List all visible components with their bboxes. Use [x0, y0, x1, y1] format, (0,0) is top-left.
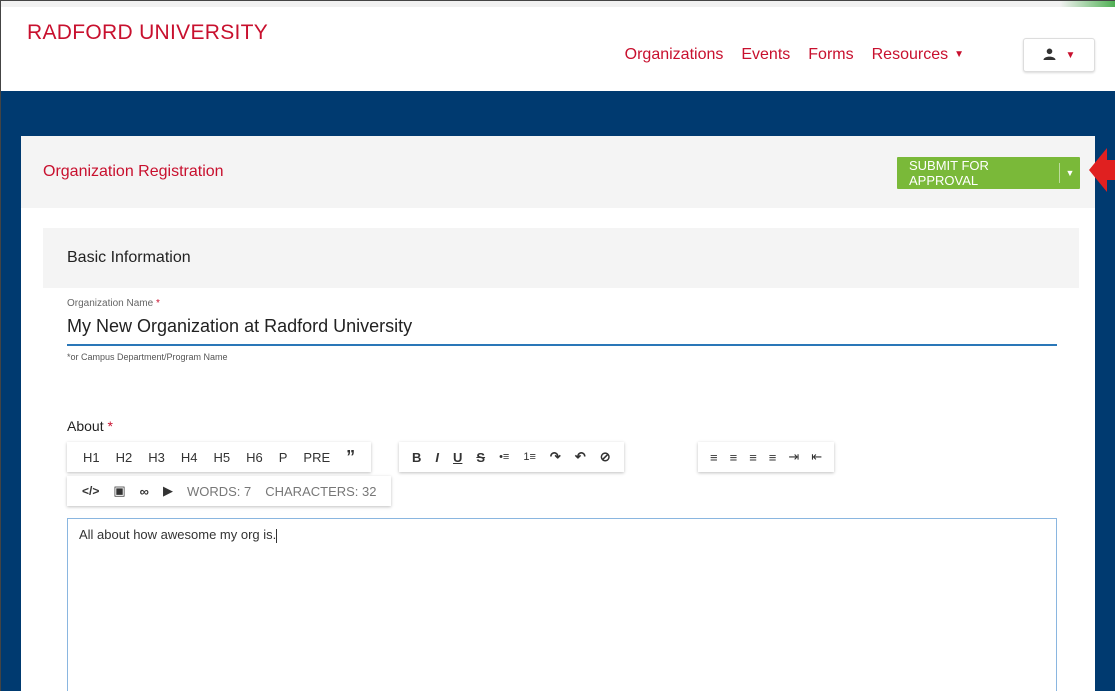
heading-toolbar: H1 H2 H3 H4 H5 H6 P PRE ”: [67, 442, 372, 472]
org-name-underline: [67, 344, 1057, 346]
about-text: All about how awesome my org is.: [79, 527, 277, 542]
browser-frame: RADFORD UNIVERSITY Organizations Events …: [0, 0, 1115, 691]
basic-information-section: Basic Information: [43, 228, 1079, 288]
org-name-hint: *or Campus Department/Program Name: [67, 352, 228, 362]
bullet-list-icon[interactable]: •≡: [492, 451, 516, 463]
h6-button[interactable]: H6: [238, 450, 271, 465]
submit-for-approval-button[interactable]: SUBMIT FOR APPROVAL ▼: [897, 157, 1080, 189]
org-name-input[interactable]: My New Organization at Radford Universit…: [67, 316, 412, 337]
about-editor-content: All about how awesome my org is.: [79, 527, 278, 543]
align-right-icon[interactable]: ≡: [743, 450, 763, 465]
format-toolbar: B I U S •≡ 1≡ ↷ ↶ ⊘: [399, 442, 624, 472]
bold-icon[interactable]: B: [405, 450, 428, 465]
user-menu-button[interactable]: ▼: [1023, 38, 1095, 72]
page-title: Organization Registration: [43, 163, 224, 180]
section-title: Basic Information: [67, 249, 191, 266]
redo-icon[interactable]: ↷: [543, 449, 568, 465]
code-view-icon[interactable]: </>: [75, 484, 106, 498]
h1-button[interactable]: H1: [75, 450, 108, 465]
strikethrough-icon[interactable]: S: [469, 450, 492, 465]
word-count: WORDS: 7: [186, 483, 252, 499]
italic-icon[interactable]: I: [428, 450, 446, 465]
about-label-text: About: [67, 418, 104, 434]
about-label: About *: [67, 418, 113, 434]
video-icon[interactable]: ▶: [156, 483, 180, 499]
red-arrow-icon: [1089, 148, 1115, 192]
image-icon[interactable]: ▣: [106, 483, 132, 499]
submit-label: SUBMIT FOR APPROVAL: [909, 158, 989, 188]
insert-toolbar: </> ▣ ∞ ▶ WORDS: 7 CHARACTERS: 32: [67, 476, 392, 506]
align-center-icon[interactable]: ≡: [724, 450, 744, 465]
quote-icon[interactable]: ”: [338, 447, 363, 468]
undo-icon[interactable]: ↶: [568, 449, 593, 465]
required-mark: *: [107, 418, 113, 434]
link-icon[interactable]: ∞: [133, 484, 156, 499]
org-name-label: Organization Name *: [67, 298, 160, 309]
paragraph-button[interactable]: P: [271, 450, 296, 465]
nav-events[interactable]: Events: [741, 46, 790, 64]
indent-icon[interactable]: ⇥: [782, 449, 805, 465]
align-left-icon[interactable]: ≡: [704, 450, 724, 465]
panel-header: Organization Registration SUBMIT FOR APP…: [21, 136, 1095, 208]
nav-forms[interactable]: Forms: [808, 46, 853, 64]
text-cursor: [276, 528, 278, 543]
submit-dropdown-icon[interactable]: ▼: [1060, 168, 1080, 178]
brand-logo[interactable]: RADFORD UNIVERSITY: [27, 21, 268, 45]
about-editor[interactable]: All about how awesome my org is.: [67, 518, 1057, 691]
nav-organizations[interactable]: Organizations: [625, 46, 724, 64]
top-accent-bar: [1, 1, 1115, 7]
chevron-down-icon: ▼: [1065, 49, 1076, 61]
user-icon: [1043, 48, 1056, 63]
caret-down-icon: ▼: [954, 49, 964, 61]
top-navbar: RADFORD UNIVERSITY Organizations Events …: [1, 1, 1115, 91]
nav-resources[interactable]: Resources ▼: [872, 46, 964, 64]
underline-icon[interactable]: U: [446, 450, 469, 465]
align-justify-icon[interactable]: ≡: [763, 450, 783, 465]
h3-button[interactable]: H3: [140, 450, 173, 465]
required-mark: *: [155, 298, 160, 309]
outdent-icon[interactable]: ⇤: [805, 449, 828, 465]
org-name-label-text: Organization Name: [67, 298, 154, 309]
numbered-list-icon[interactable]: 1≡: [516, 451, 543, 463]
align-toolbar: ≡ ≡ ≡ ≡ ⇥ ⇤: [698, 442, 835, 472]
nav-resources-label: Resources: [871, 46, 949, 63]
clear-format-icon[interactable]: ⊘: [593, 449, 618, 465]
main-nav: Organizations Events Forms Resources ▼: [625, 46, 964, 64]
h5-button[interactable]: H5: [206, 450, 239, 465]
h4-button[interactable]: H4: [173, 450, 206, 465]
character-count: CHARACTERS: 32: [265, 483, 377, 499]
pre-button[interactable]: PRE: [295, 450, 338, 465]
h2-button[interactable]: H2: [108, 450, 141, 465]
